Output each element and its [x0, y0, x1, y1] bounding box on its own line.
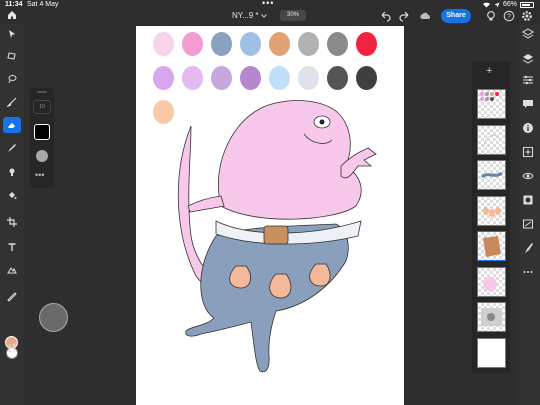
layer-stack-icon[interactable]	[522, 52, 534, 64]
brush-settings-panel: 10 •••	[30, 88, 54, 188]
brush-tip-button[interactable]	[36, 150, 48, 162]
eraser-icon	[8, 123, 15, 128]
right-toolbar	[516, 24, 540, 405]
adjust-tool[interactable]	[3, 262, 21, 278]
top-bar: NY...9 * 30% Share ?	[0, 9, 540, 23]
eyedropper-tool[interactable]	[3, 289, 21, 305]
home-icon[interactable]	[6, 9, 18, 21]
layer-thumbnail-palette-layer[interactable]	[477, 89, 506, 119]
clone-icon	[9, 168, 15, 176]
layer-thumbnail-photo-layer[interactable]	[477, 302, 506, 332]
document-name: NY...9 *	[232, 11, 259, 20]
artwork-left-arm	[187, 195, 225, 213]
artwork	[177, 100, 377, 373]
layers-icon[interactable]	[522, 28, 534, 40]
effects-icon[interactable]	[522, 218, 534, 230]
cloud-icon[interactable]	[419, 10, 431, 22]
swap-colors-icon	[8, 343, 16, 353]
layer-thumbnail-sketch-layer[interactable]	[477, 124, 506, 155]
artwork-bag-1	[229, 265, 251, 289]
brush-size-value[interactable]: 10	[33, 100, 51, 114]
properties-icon[interactable]	[522, 74, 534, 86]
brush-icon	[7, 97, 17, 107]
layer-thumbnail-brown-shape-layer[interactable]	[477, 231, 506, 261]
text-icon	[8, 243, 16, 251]
eraser-tool[interactable]	[3, 117, 21, 133]
fill-tool[interactable]	[3, 187, 21, 203]
svg-text:?: ?	[507, 14, 511, 21]
zoom-level[interactable]: 30%	[280, 10, 306, 21]
swap-colors-tool[interactable]	[3, 340, 21, 356]
canvas[interactable]	[136, 26, 404, 405]
artwork-pants	[185, 223, 349, 373]
location-icon	[494, 2, 500, 7]
layers-panel: +	[472, 61, 510, 373]
select-tool[interactable]	[3, 26, 21, 42]
layer-thumbnail-peach-marks-layer[interactable]	[477, 195, 506, 226]
layer-thumbnail-pink-layer[interactable]	[477, 266, 506, 297]
add-layer-icon[interactable]: +	[486, 66, 492, 77]
text-tool[interactable]	[3, 239, 21, 255]
smudge-tool[interactable]	[3, 140, 21, 156]
document-title[interactable]: NY...9 *	[232, 11, 267, 20]
brush-settings-icon[interactable]	[522, 242, 534, 254]
app-window: 11:34 Sat 4 May ••• 66% NY...9 * 30% Sha…	[0, 0, 540, 405]
artwork-body	[217, 100, 362, 220]
multitask-dots-icon[interactable]: •••	[262, 0, 274, 8]
settings-gear-icon[interactable]	[521, 10, 533, 22]
brush-tool[interactable]	[3, 94, 21, 110]
share-button[interactable]: Share	[441, 9, 471, 23]
mask-icon[interactable]	[522, 194, 534, 206]
more-options-icon[interactable]: •••	[35, 170, 44, 180]
comment-icon[interactable]	[522, 98, 534, 110]
eyedropper-icon	[7, 292, 17, 302]
select-icon	[9, 30, 15, 38]
battery-icon	[520, 1, 534, 8]
adjust-icon	[7, 267, 17, 274]
status-right: 66%	[482, 1, 534, 8]
fill-icon	[9, 192, 17, 199]
transform-icon	[7, 52, 16, 60]
help-icon[interactable]: ?	[503, 10, 515, 22]
info-icon[interactable]	[522, 122, 534, 134]
chevron-down-icon	[260, 13, 267, 18]
wifi-icon	[482, 2, 490, 8]
status-date: Sat 4 May	[27, 1, 59, 8]
artwork-bag-3	[309, 263, 331, 287]
lasso-icon	[8, 75, 17, 84]
transform-tool[interactable]	[3, 48, 21, 64]
lasso-tool[interactable]	[3, 71, 21, 87]
brush-preset-button[interactable]	[34, 124, 50, 140]
battery-percent: 66%	[502, 1, 517, 8]
artwork-bag-2	[269, 273, 292, 299]
panel-drag-handle[interactable]	[37, 91, 47, 93]
layer-thumbnail-white-layer[interactable]	[477, 337, 506, 368]
left-toolbar	[0, 24, 24, 405]
status-time: 11:34	[5, 1, 23, 8]
clone-tool[interactable]	[3, 164, 21, 180]
smudge-icon	[8, 144, 16, 152]
crop-icon	[7, 217, 17, 227]
more-icon[interactable]	[522, 266, 534, 278]
undo-icon[interactable]	[379, 10, 391, 22]
visibility-icon[interactable]	[522, 170, 534, 182]
crop-tool[interactable]	[3, 214, 21, 230]
layer-thumbnail-blue-marks-layer[interactable]	[477, 160, 506, 190]
touch-modifier-button[interactable]	[39, 303, 68, 332]
redo-icon[interactable]	[399, 10, 411, 22]
artwork-pouch	[263, 225, 289, 245]
add-layer-icon[interactable]	[522, 146, 534, 158]
lightbulb-icon[interactable]	[485, 10, 497, 22]
